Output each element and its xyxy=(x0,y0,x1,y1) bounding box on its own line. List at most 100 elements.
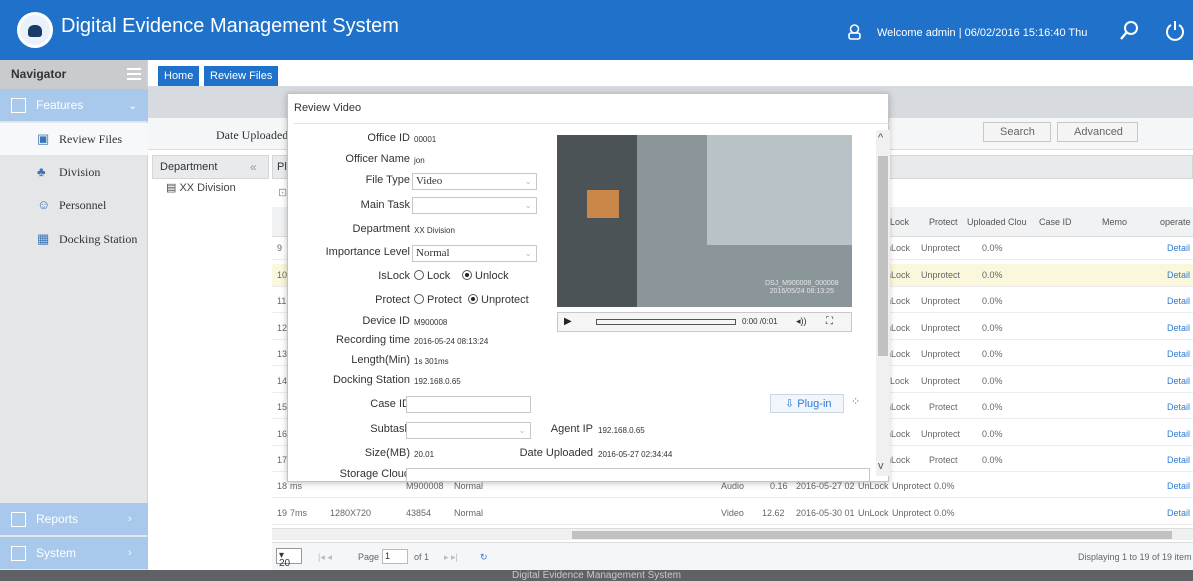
storage-cloud-input[interactable] xyxy=(406,468,870,481)
row-number: 11 xyxy=(277,296,287,306)
detail-link[interactable]: Detail xyxy=(1167,402,1190,412)
tab-review-files[interactable]: Review Files xyxy=(204,66,279,86)
collapse-icon[interactable]: « xyxy=(250,160,257,174)
size-value: 20.01 xyxy=(414,450,435,459)
power-icon[interactable] xyxy=(1165,20,1185,42)
date-uploaded-value: 2016-05-27 02:34:44 xyxy=(598,450,673,459)
video-player[interactable]: DSJ_M900008_000008 2016/05/24 08:13:25 xyxy=(557,135,852,307)
row-level: Normal xyxy=(454,481,484,491)
tab-home[interactable]: Home xyxy=(158,66,200,86)
department-tree-item[interactable]: ▤ XX Division xyxy=(166,181,236,194)
col-lock[interactable]: Lock xyxy=(890,217,909,227)
dialog-scrollbar[interactable]: ^ v xyxy=(876,130,890,476)
length-label: Length(Min) xyxy=(351,354,410,366)
file-type-select[interactable]: Video ⌄ xyxy=(412,173,537,190)
case-id-label: Case ID xyxy=(370,398,410,410)
menu-toggle-icon[interactable] xyxy=(127,68,141,80)
detail-link[interactable]: Detail xyxy=(1167,455,1190,465)
office-id-value: 00001 xyxy=(414,135,437,144)
col-case-id[interactable]: Case ID xyxy=(1039,217,1072,227)
detail-link[interactable]: Detail xyxy=(1167,481,1190,491)
file-type-value: Video xyxy=(416,175,443,187)
col-memo[interactable]: Memo xyxy=(1102,217,1127,227)
scrollbar-thumb[interactable] xyxy=(878,156,888,356)
protect-radio[interactable]: Protect xyxy=(414,294,462,306)
page-of: of 1 xyxy=(414,552,430,562)
device-id-label: Device ID xyxy=(362,315,410,327)
welcome-text: Welcome admin | 06/02/2016 15:16:40 Thu xyxy=(877,27,1088,39)
department-item-label: XX Division xyxy=(179,182,236,194)
importance-select[interactable]: Normal ⌄ xyxy=(412,245,537,262)
detail-link[interactable]: Detail xyxy=(1167,508,1190,518)
chevron-down-icon: ⌄ xyxy=(524,248,532,258)
col-protect[interactable]: Protect xyxy=(929,217,958,227)
row-size: 12.62 xyxy=(762,508,785,518)
first-page-icon[interactable]: |◂ ◂ xyxy=(318,552,332,563)
unprotect-radio-label: Unprotect xyxy=(481,294,529,306)
row-lock: UnLock xyxy=(858,508,889,518)
sidebar-item-division[interactable]: ♣ Division xyxy=(0,156,148,188)
row-duration: 7ms xyxy=(290,508,308,518)
sidebar-section-system[interactable]: System › xyxy=(0,537,148,569)
detail-link[interactable]: Detail xyxy=(1167,429,1190,439)
storage-cloud-label: Storage Cloud xyxy=(339,468,410,480)
row-number: 13 xyxy=(277,349,288,359)
volume-icon[interactable]: ◂)) xyxy=(796,316,807,327)
navigator-header: Navigator xyxy=(0,60,147,89)
expand-icon[interactable]: ⁘ xyxy=(851,395,860,408)
col-operate[interactable]: operate xyxy=(1160,217,1191,227)
sidebar-section-features[interactable]: Features ⌄ xyxy=(0,89,148,121)
fullscreen-icon[interactable]: ⛶ xyxy=(826,316,833,327)
search-icon[interactable] xyxy=(1119,20,1139,42)
device-id-value: M900008 xyxy=(414,318,448,327)
horizontal-scrollbar[interactable] xyxy=(272,528,1193,540)
system-icon xyxy=(11,546,26,561)
row-number: 16 xyxy=(277,429,288,439)
page-size-select[interactable]: 20 ▾ xyxy=(276,548,302,569)
advanced-button-label: Advanced xyxy=(1074,126,1123,138)
play-icon[interactable]: ▶ xyxy=(564,316,572,327)
row-number: 10 xyxy=(277,270,288,280)
row-protect: Protect xyxy=(929,455,958,465)
detail-link[interactable]: Detail xyxy=(1167,376,1190,386)
refresh-icon[interactable]: ↻ xyxy=(480,552,488,563)
detail-link[interactable]: Detail xyxy=(1167,296,1190,306)
advanced-button[interactable]: Advanced xyxy=(1057,122,1138,142)
video-seek-bar[interactable] xyxy=(596,319,736,325)
detail-link[interactable]: Detail xyxy=(1167,243,1190,253)
col-uploaded-cloud[interactable]: Uploaded Clou xyxy=(967,217,1027,227)
unlock-radio[interactable]: Unlock xyxy=(462,270,509,282)
person-icon: ☺ xyxy=(37,197,51,212)
search-button[interactable]: Search xyxy=(983,122,1051,142)
protect-radio-label: Protect xyxy=(427,294,462,306)
lock-icon[interactable]: ⊡ xyxy=(278,186,287,199)
main-task-select[interactable]: ⌄ xyxy=(412,197,537,214)
chevron-right-icon: › xyxy=(128,547,132,559)
row-type: Audio xyxy=(721,481,745,491)
chevron-up-icon[interactable]: ^ xyxy=(878,132,883,144)
last-page-icon[interactable]: ▸ ▸| xyxy=(444,552,458,563)
department-header: Department « xyxy=(152,155,269,179)
case-id-input[interactable] xyxy=(406,396,531,413)
sidebar-section-reports[interactable]: Reports › xyxy=(0,503,148,535)
user-icon[interactable] xyxy=(848,24,861,40)
scrollbar-thumb[interactable] xyxy=(572,531,1172,539)
row-size: 0.16 xyxy=(770,481,788,491)
importance-value: Normal xyxy=(416,247,450,259)
unprotect-radio[interactable]: Unprotect xyxy=(468,294,529,306)
row-number: 15 xyxy=(277,402,288,412)
sidebar-item-docking-station[interactable]: ▦ Docking Station xyxy=(0,223,148,255)
sidebar-item-personnel[interactable]: ☺ Personnel xyxy=(0,189,148,221)
unlock-radio-label: Unlock xyxy=(475,270,509,282)
table-row[interactable]: 19 7ms 1280X720 43854 Normal Video 12.62… xyxy=(272,502,1193,525)
detail-link[interactable]: Detail xyxy=(1167,270,1190,280)
detail-link[interactable]: Detail xyxy=(1167,323,1190,333)
chevron-down-icon[interactable]: v xyxy=(878,460,884,472)
page-input[interactable]: 1 xyxy=(382,549,408,564)
lock-radio[interactable]: Lock xyxy=(414,270,450,282)
plugin-button[interactable]: ⇩ Plug-in xyxy=(770,394,844,413)
row-lock: UnLock xyxy=(858,481,889,491)
sidebar-item-review-files[interactable]: ▣ Review Files xyxy=(0,123,148,155)
detail-link[interactable]: Detail xyxy=(1167,349,1190,359)
displaying-text: Displaying 1 to 19 of 19 item xyxy=(1078,552,1192,562)
